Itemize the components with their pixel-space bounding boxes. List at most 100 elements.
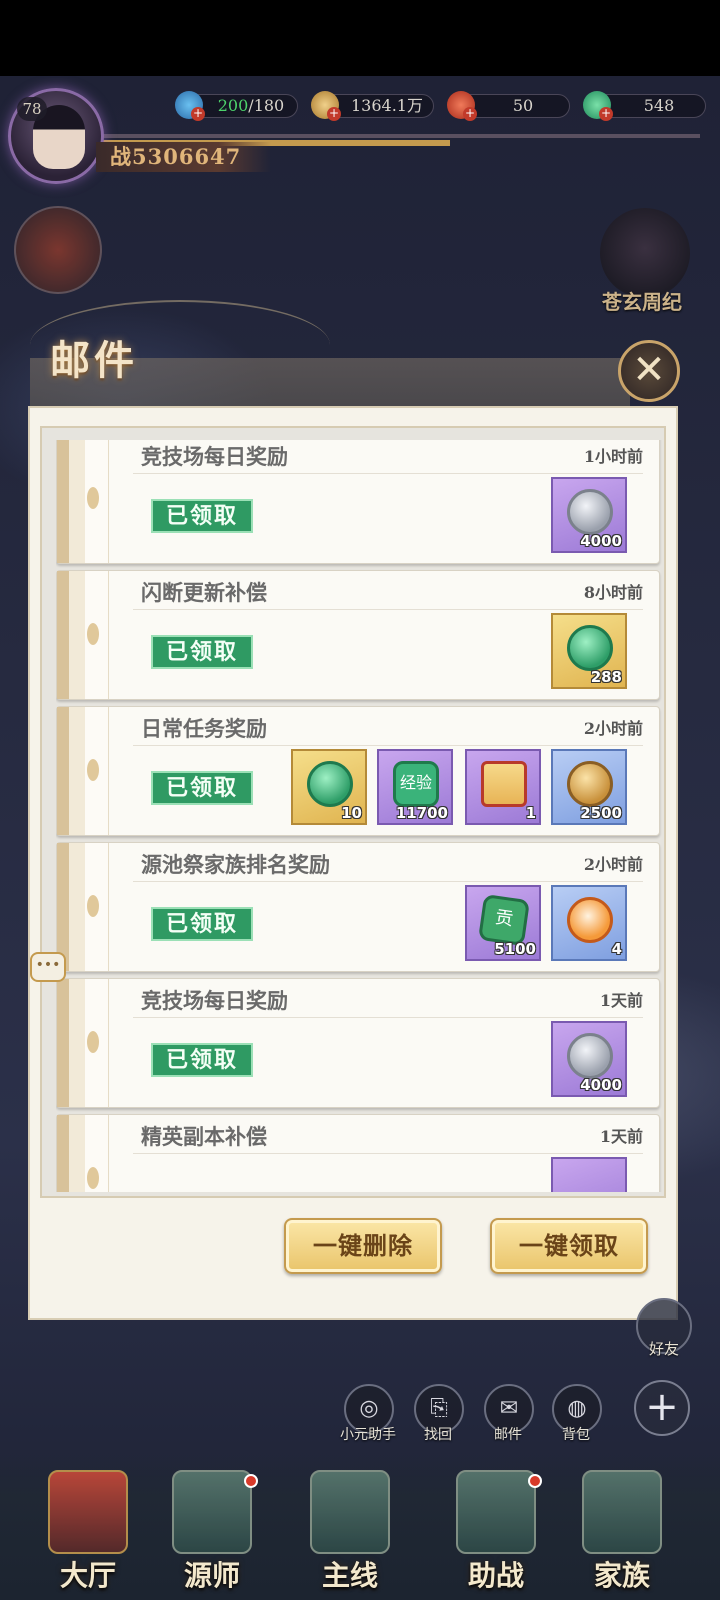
copper-coin-icon [567, 761, 613, 807]
mail-time: 1小时前 [583, 447, 643, 466]
divider [133, 1017, 643, 1018]
mail-title: 精英副本补偿 [141, 1124, 267, 1149]
notification-dot [244, 1474, 258, 1488]
player-avatar[interactable]: 78 [8, 88, 104, 184]
resource-jade[interactable]: + 548 [583, 91, 706, 121]
chronicle-label: 苍玄周纪 [602, 290, 682, 314]
nav-label: 家族 [593, 1559, 650, 1592]
item-count: 288 [590, 668, 622, 686]
mail-item[interactable]: 日常任务奖励 2小时前 已领取 10 经验 11700 1 2500 [56, 706, 660, 836]
close-button[interactable]: ✕ [618, 340, 680, 402]
card-spine [57, 707, 109, 835]
claimed-badge: 已领取 [151, 1043, 253, 1077]
add-jade-icon[interactable]: + [599, 107, 613, 121]
nav-assist[interactable]: 助战 [434, 1466, 558, 1596]
item-count: 2500 [580, 804, 622, 822]
mail-item[interactable]: 竞技场每日奖励 1小时前 已领取 4000 [56, 440, 660, 564]
resource-red-gem[interactable]: + 50 [447, 91, 570, 121]
level-badge: 78 [17, 97, 47, 121]
more-plus-button[interactable]: + [634, 1380, 690, 1436]
silver-coin-icon [567, 489, 613, 535]
mail-list[interactable]: 竞技场每日奖励 1小时前 已领取 4000 闪断更新补偿 8小时前 已领取 28… [56, 440, 662, 1192]
mail-title: 源池祭家族排名奖励 [141, 852, 330, 877]
reward-item[interactable]: 4000 [551, 1021, 627, 1097]
status-bar [0, 0, 720, 76]
reward-item[interactable]: 经验 11700 [377, 749, 453, 825]
nav-label: 大厅 [59, 1559, 116, 1592]
card-spine [57, 440, 109, 563]
recall-label: 找回 [424, 1427, 452, 1443]
resource-stamina[interactable]: + 200/180 [175, 91, 298, 121]
claimed-badge: 已领取 [151, 771, 253, 805]
notification-dot [528, 1474, 542, 1488]
mail-title: 竞技场每日奖励 [141, 444, 288, 469]
reward-item[interactable]: 2500 [551, 749, 627, 825]
dialog-title: 邮件 [50, 337, 138, 384]
add-stamina-icon[interactable]: + [191, 107, 205, 121]
reward-item[interactable]: 贡 5100 [465, 885, 541, 961]
delete-all-button[interactable]: 一键删除 [284, 1218, 442, 1274]
reward-item[interactable]: 4 [551, 885, 627, 961]
jade-ring-icon [567, 625, 613, 671]
reward-item[interactable]: 288 [551, 613, 627, 689]
nav-label: 源师 [183, 1559, 240, 1592]
masters-icon [172, 1470, 252, 1554]
divider [133, 473, 643, 474]
reward-item[interactable]: 4000 [551, 477, 627, 553]
friends-label: 好友 [648, 1340, 679, 1358]
power-track [100, 134, 700, 138]
add-copper-icon[interactable]: + [327, 107, 341, 121]
resource-copper[interactable]: + 1364.1万 [311, 91, 434, 121]
mail-title: 闪断更新补偿 [141, 580, 267, 605]
divider [133, 609, 643, 610]
item-count: 1 [525, 804, 536, 822]
top-hud: 78 战5306647 + 200/180 + 1364.1万 + 50 + 5… [0, 88, 720, 184]
mail-item[interactable]: 源池祭家族排名奖励 2小时前 已领取 贡 5100 4 [56, 842, 660, 972]
reward-item[interactable]: 1 [465, 749, 541, 825]
claim-all-button[interactable]: 一键领取 [490, 1218, 648, 1274]
assistant-label: 小元助手 [340, 1427, 396, 1443]
mail-item[interactable]: 闪断更新补偿 8小时前 已领取 288 [56, 570, 660, 700]
reward-item[interactable]: 10 [291, 749, 367, 825]
item-count: 10 [341, 804, 362, 822]
nav-label: 主线 [321, 1559, 378, 1592]
card-spine [57, 571, 109, 699]
item-count: 11700 [395, 804, 448, 822]
claimed-badge: 已领取 [151, 499, 253, 533]
jade-ring-icon [307, 761, 353, 807]
reward-item[interactable] [551, 1157, 627, 1192]
mail-time: 2小时前 [583, 719, 643, 738]
mail-time: 8小时前 [583, 583, 643, 602]
card-spine [57, 1115, 109, 1192]
chat-bubble-icon[interactable]: ••• [30, 952, 66, 982]
mail-time: 1天前 [599, 1127, 643, 1146]
chronicle-entry[interactable] [600, 208, 690, 298]
item-count: 5100 [494, 940, 536, 958]
mail-title: 日常任务奖励 [141, 716, 267, 741]
exp-icon: 经验 [393, 761, 439, 807]
nav-family[interactable]: 家族 [560, 1466, 684, 1596]
claimed-badge: 已领取 [151, 907, 253, 941]
mail-item[interactable]: 精英副本补偿 1天前 [56, 1114, 660, 1192]
nav-main-story[interactable]: 主线 [288, 1466, 412, 1596]
item-count: 4000 [580, 532, 622, 550]
main-story-icon [310, 1470, 390, 1554]
card-spine [57, 979, 109, 1107]
event-entry-left[interactable] [14, 206, 102, 294]
bag-label: 背包 [562, 1427, 590, 1443]
silver-coin-icon [567, 1033, 613, 1079]
assist-icon [456, 1470, 536, 1554]
combat-power: 战5306647 [96, 142, 272, 172]
fox-pet-icon [567, 897, 613, 943]
family-icon [582, 1470, 662, 1554]
divider [133, 1153, 643, 1154]
claimed-badge: 已领取 [151, 635, 253, 669]
nav-lobby[interactable]: 大厅 [26, 1466, 150, 1596]
mail-time: 2小时前 [583, 855, 643, 874]
nav-masters[interactable]: 源师 [150, 1466, 274, 1596]
item-count: 4 [611, 940, 622, 958]
divider [133, 881, 643, 882]
item-count: 4000 [580, 1076, 622, 1094]
mail-item[interactable]: 竞技场每日奖励 1天前 已领取 4000 [56, 978, 660, 1108]
add-red-gem-icon[interactable]: + [463, 107, 477, 121]
